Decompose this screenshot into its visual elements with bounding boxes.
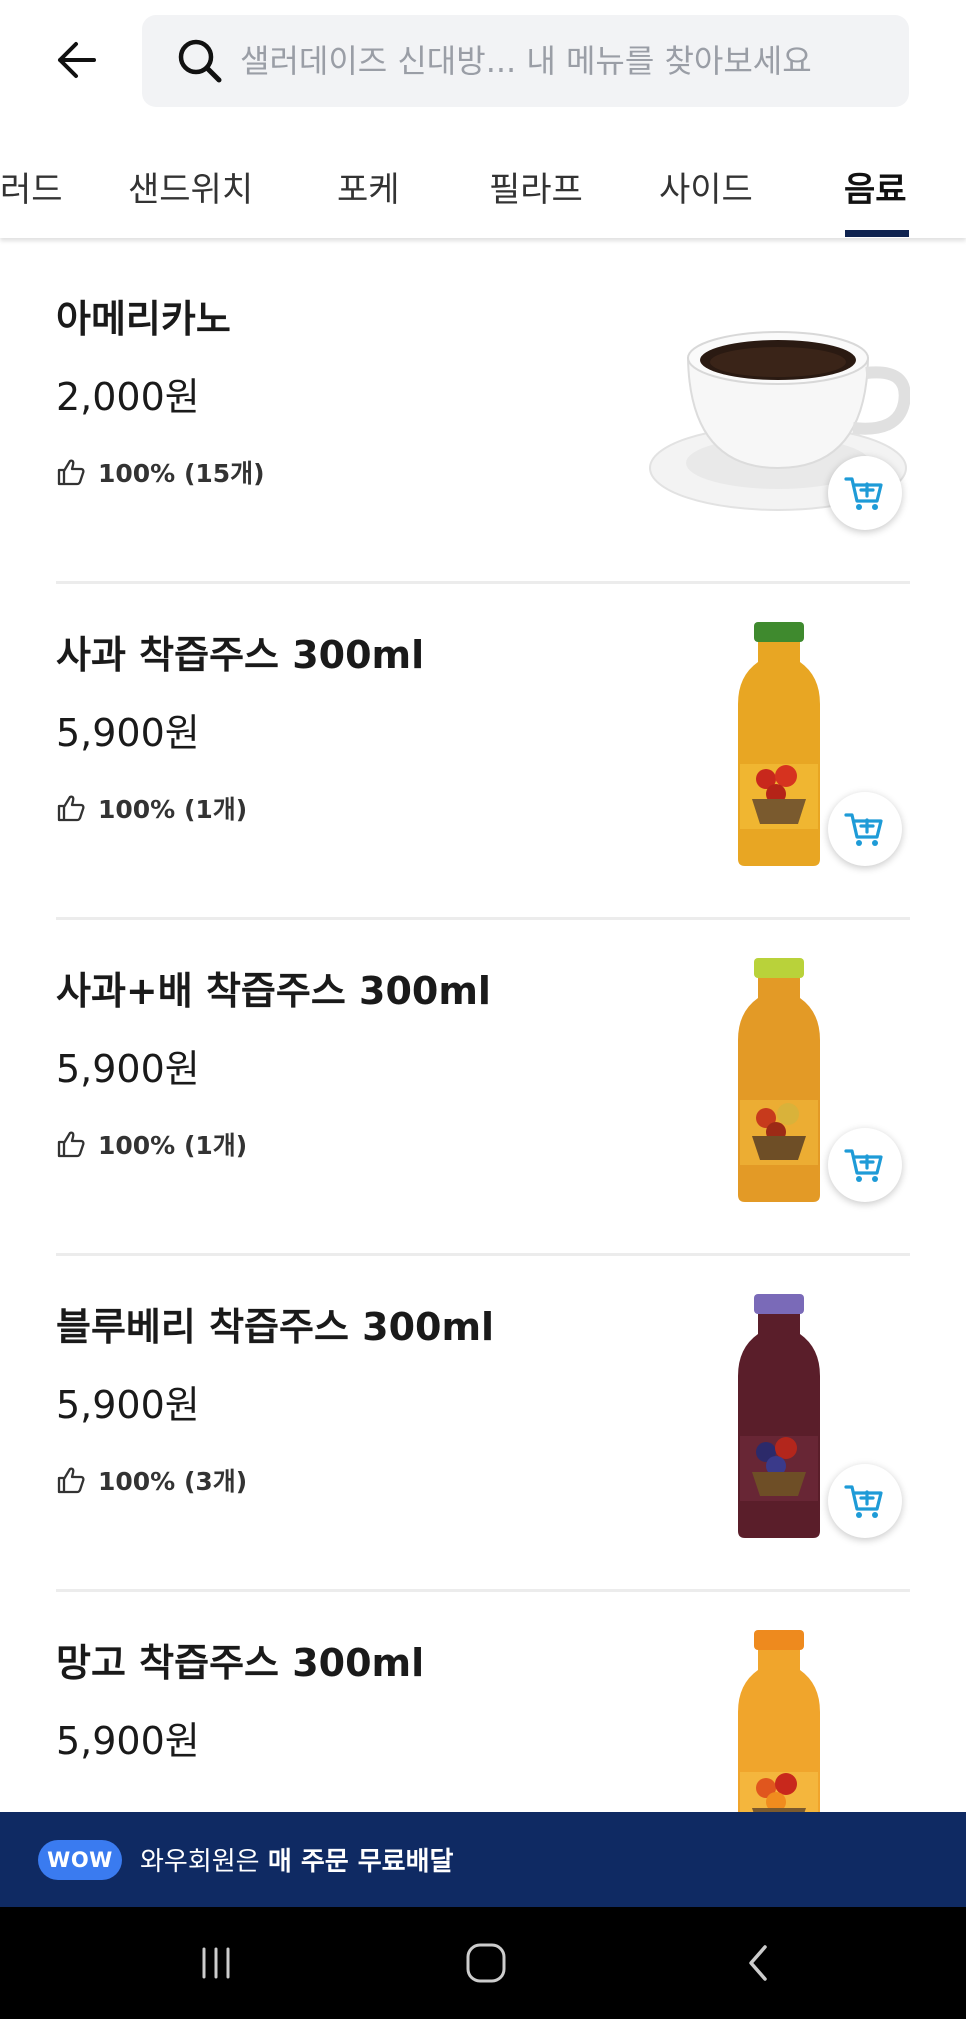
tab-side[interactable]: 사이드 — [659, 162, 753, 211]
cart-plus-icon — [844, 477, 883, 510]
search-input[interactable] — [240, 42, 880, 80]
menu-item-rating: 100% (1개) — [56, 1126, 247, 1162]
search-bar[interactable] — [142, 15, 909, 107]
tab-poke[interactable]: 포케 — [337, 162, 400, 211]
menu-item-rating: 100% (15개) — [56, 454, 265, 490]
system-navigation-bar — [0, 1907, 966, 2019]
menu-item-rating-text: 100% (15개) — [98, 459, 265, 488]
menu-item-name: 사과 착즙주스 300ml — [56, 633, 425, 677]
thumbs-up-icon — [56, 1129, 86, 1159]
recent-apps-button[interactable] — [186, 1937, 246, 1989]
menu-item-rating: 100% (3개) — [56, 1462, 247, 1498]
tab-pilaf[interactable]: 필라프 — [489, 162, 583, 211]
thumbs-up-icon — [56, 457, 86, 487]
promo-text: 와우회원은 매 주문 무료배달 — [140, 1841, 453, 1878]
system-back-button[interactable] — [728, 1937, 788, 1989]
menu-item-price: 5,900원 — [56, 1047, 200, 1091]
cart-plus-icon — [844, 1149, 883, 1182]
back-button[interactable] — [46, 30, 106, 90]
home-icon — [466, 1943, 506, 1983]
promo-text-prefix: 와우회원은 — [140, 1847, 268, 1877]
menu-item-price: 5,900원 — [56, 1383, 200, 1427]
menu-item-name: 사과+배 착즙주스 300ml — [56, 969, 491, 1013]
add-to-cart-button[interactable] — [828, 456, 902, 530]
menu-item-rating-text: 100% (1개) — [98, 795, 248, 824]
cart-plus-icon — [844, 1485, 883, 1518]
cart-plus-icon — [844, 813, 883, 846]
search-icon — [172, 33, 228, 89]
chevron-left-icon — [749, 1945, 767, 1981]
menu-item-rating-text: 100% (3개) — [98, 1467, 248, 1496]
menu-item-name: 블루베리 착즙주스 300ml — [56, 1305, 495, 1349]
arrow-left-icon — [58, 42, 96, 78]
menu-item-price: 5,900원 — [56, 711, 200, 755]
promo-text-highlight: 매 주문 무료배달 — [267, 1847, 454, 1877]
category-tabs: 러드 샌드위치 포케 필라프 사이드 음료 — [0, 140, 966, 238]
thumbs-up-icon — [56, 1465, 86, 1495]
menu-item-apple-juice[interactable]: 사과 착즙주스 300ml 5,900원 100% (1개) — [56, 574, 910, 910]
top-header: 러드 샌드위치 포케 필라프 사이드 음료 — [0, 0, 966, 238]
menu-item-apple-pear-juice[interactable]: 사과+배 착즙주스 300ml 5,900원 100% (1개) — [56, 910, 910, 1246]
menu-item-blueberry-juice[interactable]: 블루베리 착즙주스 300ml 5,900원 100% (3개) — [56, 1246, 910, 1582]
add-to-cart-button[interactable] — [828, 1128, 902, 1202]
menu-item-price: 5,900원 — [56, 1719, 200, 1763]
menu-item-americano[interactable]: 아메리카노 2,000원 100% (15개) — [56, 238, 911, 574]
menu-item-rating-text: 100% (1개) — [98, 1131, 248, 1160]
recent-apps-icon — [202, 1947, 230, 1979]
tab-sandwich[interactable]: 샌드위치 — [128, 162, 253, 211]
tab-salad[interactable]: 러드 — [0, 162, 63, 211]
menu-item-rating: 100% (1개) — [56, 790, 247, 826]
menu-item-name: 아메리카노 — [56, 297, 231, 341]
tab-drinks[interactable]: 음료 — [844, 162, 907, 211]
wow-promo-banner[interactable]: WOW 와우회원은 매 주문 무료배달 — [0, 1812, 966, 1907]
active-tab-indicator — [845, 230, 909, 237]
wow-badge: WOW — [38, 1839, 122, 1880]
add-to-cart-button[interactable] — [828, 792, 902, 866]
menu-item-name: 망고 착즙주스 300ml — [56, 1641, 425, 1685]
thumbs-up-icon — [56, 793, 86, 823]
add-to-cart-button[interactable] — [828, 1464, 902, 1538]
home-button[interactable] — [456, 1937, 516, 1989]
menu-item-price: 2,000원 — [56, 375, 200, 419]
